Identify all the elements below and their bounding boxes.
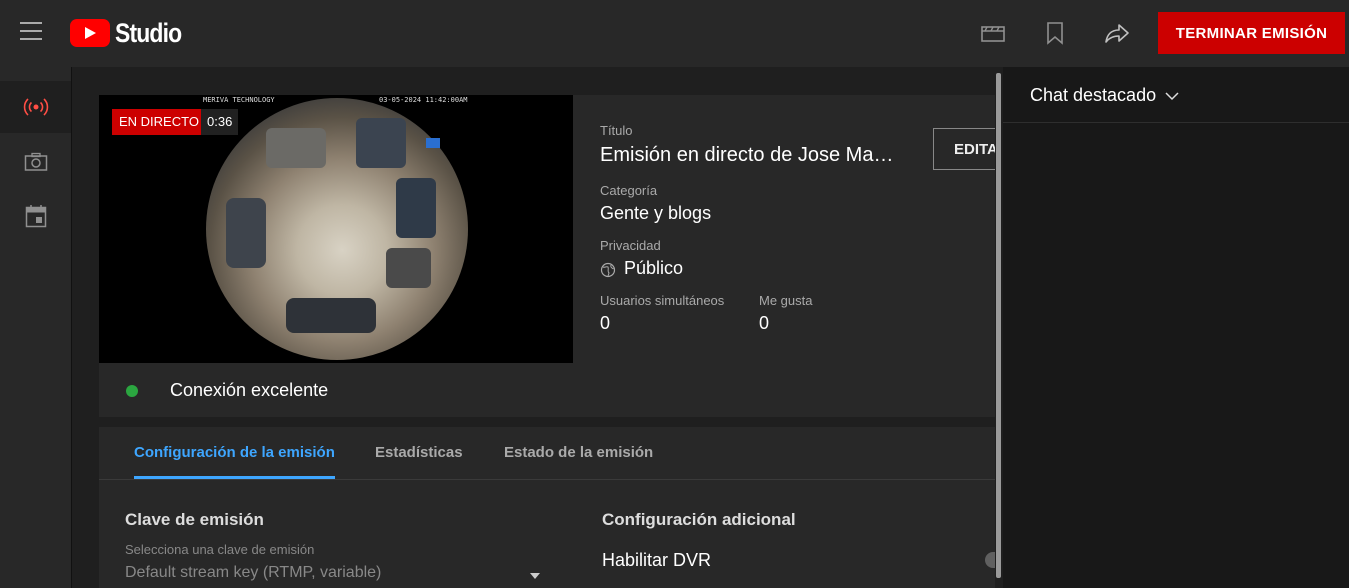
stream-card: MERIVA TECHNOLOGY 03-05-2024 11:42:00AM … — [99, 95, 995, 417]
tab-bar: Configuración de la emisión Estadísticas… — [99, 427, 995, 480]
chat-header: Chat destacado — [1003, 67, 1349, 123]
connection-status-dot — [126, 385, 138, 397]
end-stream-button[interactable]: TERMINAR EMISIÓN — [1158, 12, 1345, 54]
camera-overlay-timestamp: 03-05-2024 11:42:00AM — [379, 96, 468, 104]
chat-mode-selector[interactable]: Chat destacado — [1030, 85, 1179, 106]
stream-preview[interactable]: MERIVA TECHNOLOGY 03-05-2024 11:42:00AM … — [99, 95, 573, 363]
tab-statistics[interactable]: Estadísticas — [375, 427, 463, 479]
rail-item-camera[interactable] — [0, 136, 71, 188]
category-value: Gente y blogs — [600, 203, 712, 223]
studio-logo[interactable]: Studio — [70, 16, 193, 50]
dvr-label: Habilitar DVR — [602, 550, 712, 570]
title-value: Emisión en directo de Jose Ma… — [600, 144, 894, 166]
privacy-value: Público — [624, 258, 684, 278]
logo-text: Studio — [115, 17, 182, 48]
globe-icon — [600, 262, 616, 278]
calendar-icon — [25, 205, 46, 228]
menu-icon[interactable] — [20, 22, 42, 40]
viewers-value: 0 — [600, 313, 611, 333]
rail-item-calendar[interactable] — [0, 190, 71, 242]
tab-stream-health[interactable]: Estado de la emisión — [504, 427, 653, 479]
chat-title-text: Chat destacado — [1030, 85, 1157, 105]
title-label: Título — [600, 123, 633, 138]
stream-key-heading: Clave de emisión — [125, 510, 264, 529]
elapsed-time: 0:36 — [201, 109, 239, 135]
settings-section: Clave de emisión Selecciona una clave de… — [99, 480, 995, 588]
top-bar: Studio TERMINAR EMISIÓN — [0, 0, 1349, 67]
dropdown-arrow-icon[interactable] — [530, 573, 540, 579]
camera-icon — [24, 152, 47, 171]
camera-feed-image — [206, 98, 468, 360]
scrollbar-thumb[interactable] — [996, 73, 1001, 578]
rail-item-live[interactable] — [0, 81, 71, 133]
stream-key-hint: Selecciona una clave de emisión — [125, 542, 315, 557]
connection-status-text: Conexión excelente — [170, 380, 329, 400]
bookmark-icon[interactable] — [1042, 20, 1068, 46]
chat-panel: Chat destacado — [1003, 67, 1349, 588]
live-badge: EN DIRECTO — [112, 109, 206, 135]
dvr-toggle[interactable] — [985, 552, 995, 568]
edit-button[interactable]: EDITAR — [933, 128, 995, 170]
viewers-label: Usuarios simultáneos — [600, 293, 725, 308]
youtube-play-icon — [70, 19, 110, 47]
privacy-label: Privacidad — [600, 238, 661, 253]
category-label: Categoría — [600, 183, 658, 198]
camera-overlay-label: MERIVA TECHNOLOGY — [203, 96, 275, 104]
stream-key-select[interactable]: Default stream key (RTMP, variable) — [125, 564, 381, 582]
live-icon — [23, 98, 48, 116]
tab-stream-settings[interactable]: Configuración de la emisión — [134, 427, 335, 479]
main-scrollbar[interactable] — [995, 67, 1003, 588]
clapperboard-icon[interactable] — [980, 20, 1006, 46]
likes-label: Me gusta — [759, 293, 813, 308]
share-icon[interactable] — [1104, 20, 1130, 46]
likes-value: 0 — [759, 313, 770, 333]
left-rail — [0, 67, 72, 588]
chevron-down-icon — [1165, 92, 1179, 101]
main-panel: MERIVA TECHNOLOGY 03-05-2024 11:42:00AM … — [72, 67, 995, 588]
additional-settings-heading: Configuración adicional — [602, 510, 796, 529]
